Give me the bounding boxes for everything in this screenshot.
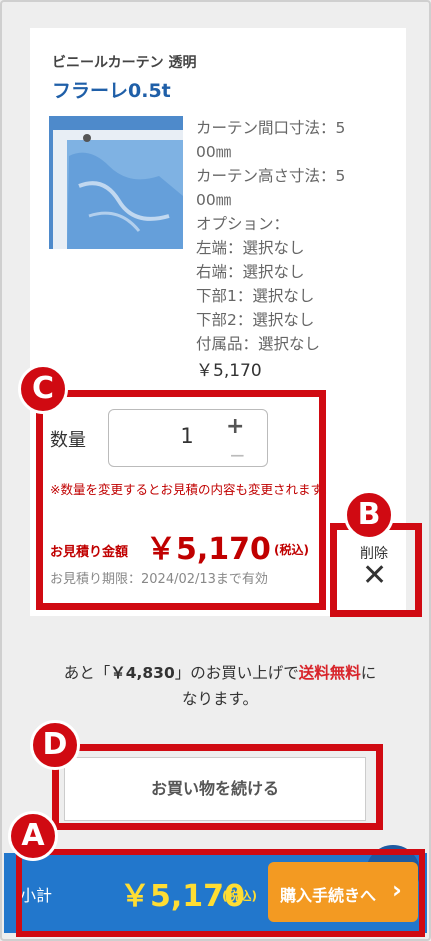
spec-line: 下部2：選択なし [196,311,315,329]
annotation-badge-a: A [8,811,58,861]
annotation-badge-b: B [344,490,394,540]
product-category: ビニールカーテン 透明 [52,55,197,71]
spec-line: 00㎜ [196,143,232,161]
product-name[interactable]: フラーレ0.5t [52,76,171,103]
annotation-badge-c: C [18,364,68,414]
product-specs: カーテン間口寸法：5 00㎜ カーテン高さ寸法：5 00㎜ オプション： 左端：… [196,116,371,356]
annotation-box-a [16,849,425,937]
product-price: ￥5,170 [196,361,262,381]
spec-line: 左端：選択なし [196,239,305,257]
spec-line: カーテン高さ寸法：5 [196,167,346,185]
annotation-badge-d: D [30,720,80,770]
free-shipping-message: あと「￥4,830」のお買い上げで送料無料に なります。 [40,660,400,712]
annotation-box-c [36,390,326,610]
product-image[interactable] [49,116,183,249]
free-shipping-text: 送料無料 [298,664,361,682]
shipping-prefix: あと「 [63,664,111,682]
spec-line: 右端：選択なし [196,263,305,281]
spec-line: 下部1：選択なし [196,287,315,305]
spec-line: オプション： [196,215,290,233]
shipping-line2: なります。 [182,690,258,708]
spec-line: カーテン間口寸法：5 [196,119,346,137]
shipping-amount: ￥4,830 [110,664,175,682]
spec-line: 00㎜ [196,191,232,209]
spec-line: 付属品：選択なし [196,335,321,353]
shipping-middle: 」のお買い上げで [174,664,299,682]
shipping-suffix: に [360,664,377,682]
annotation-box-d [52,744,383,830]
